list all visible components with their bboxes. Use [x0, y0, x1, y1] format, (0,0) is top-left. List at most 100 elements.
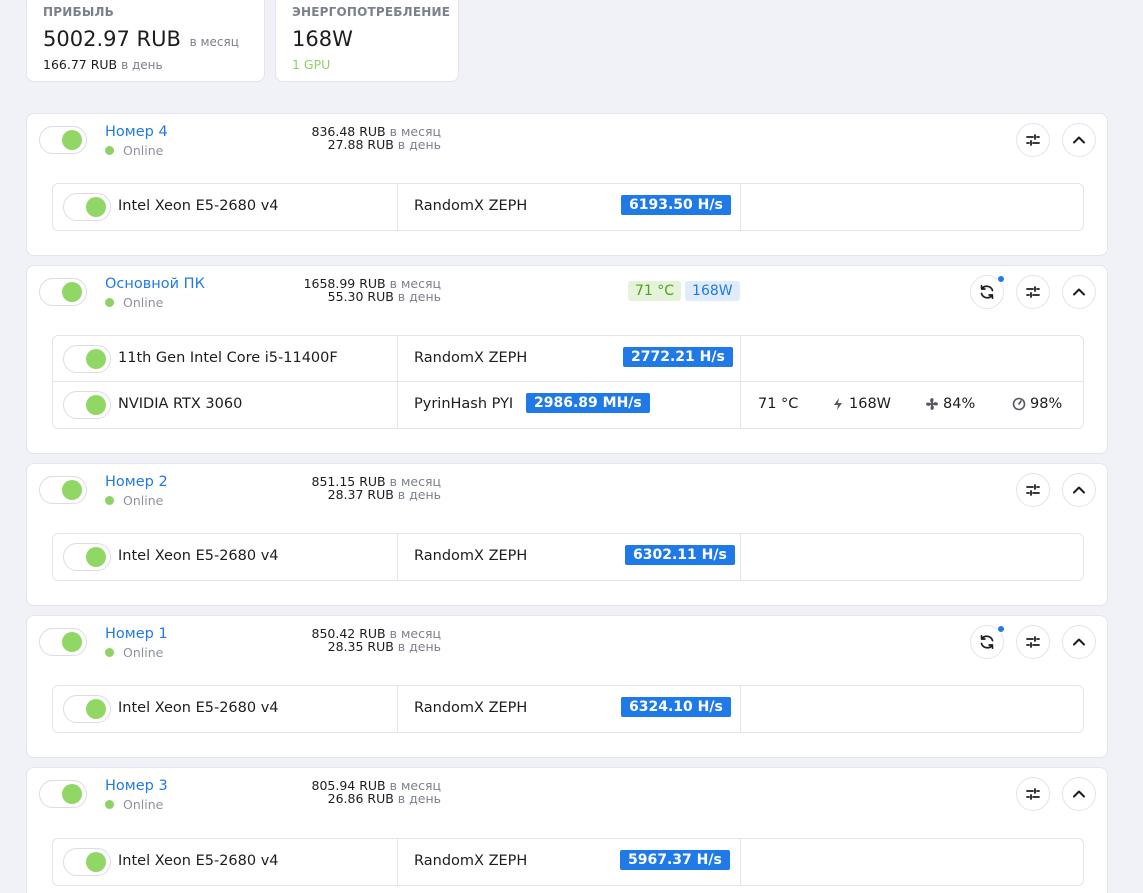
device-table: Intel Xeon E5-2680 v4 RandomX ZEPH 6193.…	[52, 183, 1084, 231]
profit-daily-value: 166.77 RUB	[43, 57, 118, 72]
gpu-temperature: 71 °C	[758, 396, 799, 412]
rig-collapse-button[interactable]	[1062, 275, 1096, 309]
rig-status: Online	[105, 143, 163, 158]
chevron-up-icon	[1073, 136, 1085, 144]
rig-settings-button[interactable]	[1016, 473, 1050, 507]
device-toggle[interactable]	[63, 848, 111, 876]
gpu-power-value: 168W	[849, 396, 892, 412]
device-toggle[interactable]	[63, 391, 111, 419]
rig-toggle[interactable]	[39, 628, 87, 656]
device-name: 11th Gen Intel Core i5-11400F	[118, 350, 338, 366]
rig-card: Номер 1 Online 850.42 RUB в месяц 28.35 …	[26, 615, 1108, 758]
power-badge: 168W	[685, 281, 740, 301]
gpu-fan: 84%	[925, 396, 975, 412]
rig-collapse-button[interactable]	[1062, 625, 1096, 659]
rig-daily: 28.35 RUB	[327, 639, 394, 654]
rig-settings-button[interactable]	[1016, 275, 1050, 309]
rig-daily-unit: в день	[397, 137, 441, 152]
column-divider	[397, 336, 398, 381]
toggle-knob	[86, 395, 106, 415]
profit-daily-unit: в день	[121, 58, 163, 72]
device-name: NVIDIA RTX 3060	[118, 396, 243, 412]
rig-name[interactable]: Номер 2	[105, 474, 168, 490]
sliders-icon	[1026, 134, 1040, 146]
rig-card: Основной ПК Online 1658.99 RUB в месяц 5…	[26, 265, 1108, 454]
rig-daily-unit: в день	[397, 791, 441, 806]
chevron-up-icon	[1073, 288, 1085, 296]
gpu-load: 98%	[1012, 396, 1062, 412]
toggle-knob	[62, 282, 82, 302]
gpu-power: 168W	[831, 396, 891, 412]
device-toggle[interactable]	[63, 695, 111, 723]
profit-card: ПРИБЫЛЬ 5002.97 RUB в месяц 166.77 RUB в…	[26, 0, 265, 82]
gpu-fan-value: 84%	[943, 396, 976, 412]
device-table: Intel Xeon E5-2680 v4 RandomX ZEPH 6302.…	[52, 533, 1084, 581]
rig-status: Online	[105, 797, 163, 812]
rig-toggle[interactable]	[39, 780, 87, 808]
device-algo: RandomX ZEPH	[414, 853, 528, 869]
fan-icon	[926, 398, 938, 410]
rig-status: Online	[105, 645, 163, 660]
hashrate-badge: 2986.89 MH/s	[526, 393, 650, 413]
rig-daily-unit: в день	[397, 289, 441, 304]
rig-income: 1658.99 RUB в месяц 55.30 RUB в день	[257, 277, 441, 303]
column-divider	[740, 184, 741, 230]
column-divider	[397, 534, 398, 580]
column-divider	[740, 534, 741, 580]
rig-daily-unit: в день	[397, 639, 441, 654]
rig-restart-button[interactable]	[970, 275, 1005, 309]
toggle-knob	[86, 852, 106, 872]
online-dot	[105, 146, 114, 155]
device-name: Intel Xeon E5-2680 v4	[118, 853, 279, 869]
rig-name[interactable]: Номер 4	[105, 124, 168, 140]
rig-collapse-button[interactable]	[1062, 473, 1096, 507]
sliders-icon	[1026, 788, 1040, 800]
rig-settings-button[interactable]	[1016, 625, 1050, 659]
device-row: NVIDIA RTX 3060 PyrinHash PYI 2986.89 MH…	[53, 382, 1083, 428]
rig-settings-button[interactable]	[1016, 123, 1050, 157]
device-row: Intel Xeon E5-2680 v4 RandomX ZEPH 6193.…	[53, 184, 1083, 230]
rig-name[interactable]: Номер 1	[105, 626, 168, 642]
rig-settings-button[interactable]	[1016, 777, 1050, 811]
rig-status-label: Online	[123, 645, 164, 660]
device-table: 11th Gen Intel Core i5-11400F RandomX ZE…	[52, 335, 1084, 429]
rig-status-label: Online	[123, 493, 164, 508]
restart-icon	[980, 284, 994, 300]
device-row: 11th Gen Intel Core i5-11400F RandomX ZE…	[53, 336, 1083, 382]
rig-toggle[interactable]	[39, 476, 87, 504]
rig-name[interactable]: Номер 3	[105, 778, 168, 794]
column-divider	[397, 382, 398, 428]
device-table: Intel Xeon E5-2680 v4 RandomX ZEPH 5967.…	[52, 838, 1084, 886]
device-table: Intel Xeon E5-2680 v4 RandomX ZEPH 6324.…	[52, 685, 1084, 733]
column-divider	[740, 336, 741, 381]
rig-restart-button[interactable]	[970, 625, 1005, 659]
hashrate-badge: 5967.37 H/s	[620, 850, 730, 870]
online-dot	[105, 800, 114, 809]
device-name: Intel Xeon E5-2680 v4	[118, 700, 279, 716]
device-toggle[interactable]	[63, 345, 111, 373]
notification-dot	[997, 625, 1005, 633]
device-row: Intel Xeon E5-2680 v4 RandomX ZEPH 5967.…	[53, 839, 1083, 885]
device-toggle[interactable]	[63, 543, 111, 571]
hashrate-badge: 6302.11 H/s	[625, 545, 735, 565]
toggle-knob	[62, 130, 82, 150]
rig-toggle[interactable]	[39, 278, 87, 306]
rig-card: Номер 2 Online 851.15 RUB в месяц 28.37 …	[26, 463, 1108, 606]
rig-collapse-button[interactable]	[1062, 123, 1096, 157]
rig-daily: 27.88 RUB	[327, 137, 394, 152]
rig-name[interactable]: Основной ПК	[105, 276, 205, 292]
rig-daily: 26.86 RUB	[327, 791, 394, 806]
rig-card: Номер 3 Online 805.94 RUB в месяц 26.86 …	[26, 767, 1108, 893]
chevron-up-icon	[1073, 638, 1085, 646]
device-row: Intel Xeon E5-2680 v4 RandomX ZEPH 6324.…	[53, 686, 1083, 732]
rig-income: 836.48 RUB в месяц 27.88 RUB в день	[257, 125, 441, 151]
rig-income: 850.42 RUB в месяц 28.35 RUB в день	[257, 627, 441, 653]
hashrate-badge: 6324.10 H/s	[621, 697, 731, 717]
profit-monthly-unit: в месяц	[189, 35, 239, 49]
bolt-icon	[834, 398, 842, 410]
rig-income: 851.15 RUB в месяц 28.37 RUB в день	[257, 475, 441, 501]
device-toggle[interactable]	[63, 193, 111, 221]
device-algo: PyrinHash PYI	[414, 396, 514, 412]
rig-toggle[interactable]	[39, 126, 87, 154]
rig-collapse-button[interactable]	[1062, 777, 1096, 811]
